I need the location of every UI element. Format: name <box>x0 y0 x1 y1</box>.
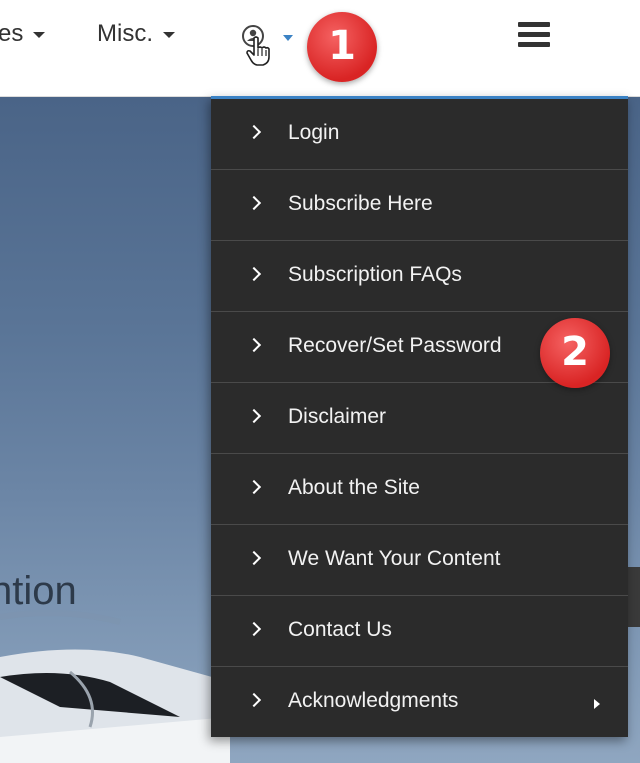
chevron-right-icon <box>246 550 262 566</box>
menu-item-disclaimer[interactable]: Disclaimer <box>211 383 628 454</box>
menu-item-label: Subscription FAQs <box>288 263 462 286</box>
user-menu-toggle[interactable] <box>238 22 278 68</box>
menu-item-acknowledgments[interactable]: Acknowledgments <box>211 667 628 737</box>
chevron-right-icon <box>246 408 262 424</box>
hero-side-tab[interactable] <box>626 567 640 627</box>
hand-pointer-icon <box>246 36 270 66</box>
menu-item-label: Login <box>288 121 340 144</box>
menu-item-subscription-faqs[interactable]: Subscription FAQs <box>211 241 628 312</box>
hamburger-menu-icon[interactable] <box>518 22 550 48</box>
menu-item-we-want-your-content[interactable]: We Want Your Content <box>211 525 628 596</box>
nav-item-partial[interactable]: es <box>0 20 46 48</box>
menu-item-label: Subscribe Here <box>288 192 433 215</box>
nav-item-partial-label: es <box>0 20 24 47</box>
submenu-caret-right-icon <box>594 699 600 709</box>
chevron-right-icon <box>246 337 262 353</box>
nav-item-misc-label: Misc. <box>97 20 153 47</box>
menu-item-label: Acknowledgments <box>288 689 459 712</box>
chevron-right-icon <box>246 621 262 637</box>
menu-item-label: Recover/Set Password <box>288 334 502 357</box>
nav-item-misc[interactable]: Misc. <box>97 20 175 48</box>
chevron-right-icon <box>246 195 262 211</box>
caret-down-icon <box>163 31 175 38</box>
menu-item-label: Disclaimer <box>288 405 387 428</box>
hero-heading-partial: ntion <box>0 569 77 613</box>
chevron-right-icon <box>246 124 262 140</box>
user-dropdown-menu: Login Subscribe Here Subscription FAQs R… <box>211 96 628 737</box>
chevron-right-icon <box>246 692 262 708</box>
caret-down-icon <box>33 31 46 38</box>
menu-item-login[interactable]: Login <box>211 99 628 170</box>
top-navbar: es Misc. 1 <box>0 0 640 97</box>
step-badge-2: 2 <box>540 318 610 388</box>
menu-item-label: We Want Your Content <box>288 547 501 570</box>
chevron-right-icon <box>246 479 262 495</box>
menu-item-subscribe-here[interactable]: Subscribe Here <box>211 170 628 241</box>
menu-item-label: Contact Us <box>288 618 392 641</box>
menu-item-label: About the Site <box>288 476 420 499</box>
step-badge-1: 1 <box>307 12 377 82</box>
menu-item-contact-us[interactable]: Contact Us <box>211 596 628 667</box>
chevron-right-icon <box>246 266 262 282</box>
user-menu-caret-icon <box>283 35 293 41</box>
menu-item-about-the-site[interactable]: About the Site <box>211 454 628 525</box>
